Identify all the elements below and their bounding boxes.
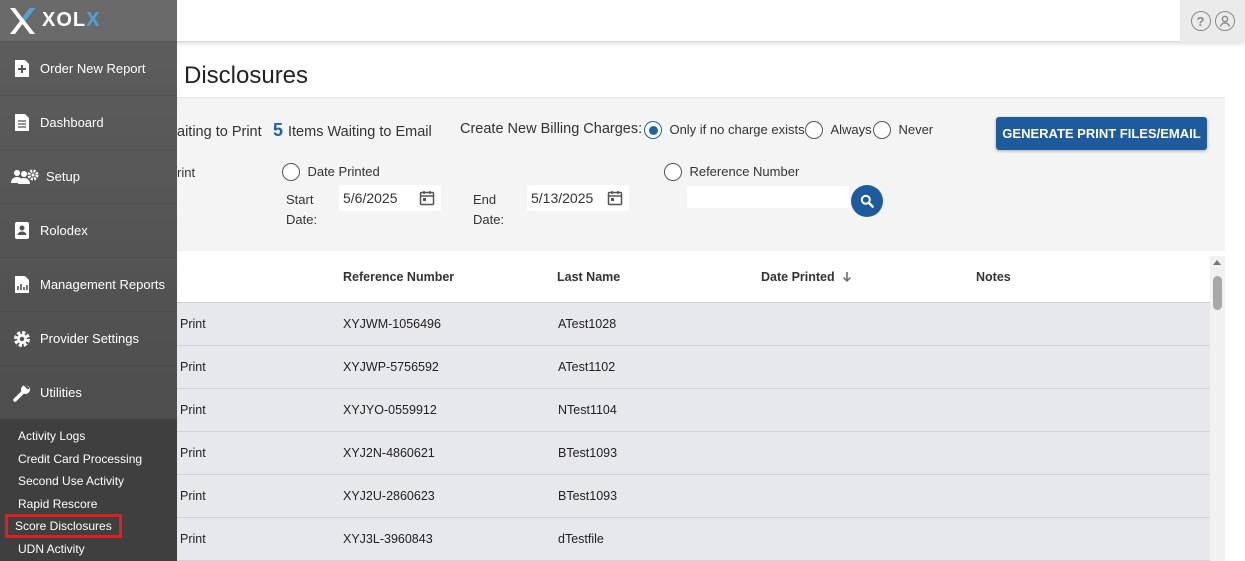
col-date-printed[interactable]: Date Printed — [761, 270, 853, 284]
billing-label: Create New Billing Charges: — [460, 121, 643, 137]
table-row[interactable]: Print XYJ3L-3960843 dTestfile — [177, 518, 1210, 561]
billing-option-only-if-none[interactable]: Only if no charge exists — [644, 121, 805, 139]
radio-unchecked[interactable] — [664, 163, 682, 181]
cell-reference: XYJWP-5756592 — [343, 360, 439, 374]
nav-utilities[interactable]: Utilities — [0, 366, 177, 420]
radio-checked[interactable] — [644, 121, 662, 139]
waiting-print-label: aiting to Print — [177, 124, 262, 140]
cell-reference: XYJ2N-4860621 — [343, 446, 435, 460]
end-date-input[interactable]: 5/13/2025 — [527, 185, 629, 211]
cell-reference: XYJ3L-3960843 — [343, 532, 433, 546]
top-icons: ? — [1180, 0, 1245, 42]
end-date-label-1: End — [473, 192, 497, 207]
cell-last-name: dTestfile — [558, 532, 604, 546]
cell-last-name: BTest1093 — [558, 446, 618, 460]
nav-label: Rolodex — [40, 223, 88, 238]
col-reference-number[interactable]: Reference Number — [343, 270, 454, 284]
radio-unchecked[interactable] — [282, 163, 300, 181]
subnav-credit-card-processing[interactable]: Credit Card Processing — [0, 448, 177, 471]
report-chart-icon — [10, 274, 34, 296]
document-icon — [10, 112, 34, 134]
date-printed-option[interactable]: Date Printed — [282, 163, 380, 181]
waiting-email-label: Items Waiting to Email — [288, 124, 432, 140]
cell-reference: XYJWM-1056496 — [343, 317, 441, 331]
waiting-email-count: 5 — [273, 120, 284, 140]
scroll-thumb[interactable] — [1213, 276, 1222, 310]
reference-number-option[interactable]: Reference Number — [664, 163, 799, 181]
nav-rolodex[interactable]: Rolodex — [0, 204, 177, 258]
col-notes[interactable]: Notes — [976, 270, 1011, 284]
wrench-icon — [10, 382, 34, 404]
start-date-label-1: Start — [286, 192, 314, 207]
scroll-up-arrow-icon[interactable] — [1213, 260, 1221, 265]
cell-status: Print — [180, 489, 206, 503]
cell-status: Print — [180, 317, 206, 331]
cell-status: Print — [180, 360, 206, 374]
help-icon[interactable]: ? — [1190, 11, 1211, 31]
logo[interactable]: XOLX — [0, 0, 177, 42]
address-book-icon — [10, 220, 34, 242]
nav-dashboard[interactable]: Dashboard — [0, 96, 177, 150]
subnav-udn-activity[interactable]: UDN Activity — [0, 538, 177, 561]
sort-desc-icon — [843, 272, 852, 283]
cell-status: Print — [180, 446, 206, 460]
page-title: Disclosures — [184, 62, 309, 89]
start-date-input[interactable]: 5/6/2025 — [339, 185, 441, 211]
sidebar: XOLX Order New Report Dashboard Setup Ro… — [0, 0, 177, 561]
table-row[interactable]: Print XYJWM-1056496 ATest1028 — [177, 303, 1210, 346]
logo-text: XOLX — [42, 9, 101, 31]
utilities-submenu: Activity Logs Credit Card Processing Sec… — [0, 420, 177, 561]
search-button[interactable] — [851, 185, 883, 217]
subnav-rapid-rescore[interactable]: Rapid Rescore — [0, 493, 177, 516]
cell-last-name: BTest1093 — [558, 489, 618, 503]
nav-setup[interactable]: Setup — [0, 150, 177, 204]
nav-label: Dashboard — [40, 115, 104, 130]
cell-reference: XYJ2U-2860623 — [343, 489, 435, 503]
calendar-icon[interactable] — [419, 190, 435, 206]
subnav-score-disclosures[interactable]: Score Disclosures — [0, 514, 177, 539]
billing-option-always[interactable]: Always — [805, 121, 872, 139]
nav-label: Utilities — [40, 385, 82, 400]
reference-number-input[interactable] — [687, 186, 849, 208]
nav-label: Setup — [46, 169, 80, 184]
cell-last-name: ATest1028 — [558, 317, 617, 331]
table-scrollbar[interactable] — [1210, 256, 1225, 561]
nav-management-reports[interactable]: Management Reports — [0, 258, 177, 312]
calendar-icon[interactable] — [607, 190, 623, 206]
cell-reference: XYJYO-0559912 — [343, 403, 437, 417]
nav-label: Provider Settings — [40, 331, 139, 346]
logo-mark-icon — [10, 7, 35, 34]
col-last-name[interactable]: Last Name — [557, 270, 620, 284]
search-icon — [860, 194, 874, 208]
cell-status: Print — [180, 403, 206, 417]
generate-print-files-button[interactable]: GENERATE PRINT FILES/EMAIL — [996, 117, 1207, 150]
disclosures-table: Reference Number Last Name Date Printed … — [177, 256, 1210, 561]
radio-unchecked[interactable] — [873, 121, 891, 139]
end-date-label-2: Date: — [473, 212, 505, 227]
nav-order-new-report[interactable]: Order New Report — [0, 42, 177, 96]
nav-label: Management Reports — [40, 277, 166, 292]
radio-unchecked[interactable] — [805, 121, 823, 139]
start-date-label-2: Date: — [286, 212, 318, 227]
filter-panel: aiting to Print 5 Items Waiting to Email… — [177, 97, 1225, 251]
table-row[interactable]: Print XYJ2N-4860621 BTest1093 — [177, 432, 1210, 475]
subnav-second-use-activity[interactable]: Second Use Activity — [0, 470, 177, 493]
gear-icon — [10, 328, 34, 350]
users-gear-icon — [10, 166, 40, 188]
cell-status: Print — [180, 532, 206, 546]
cell-last-name: ATest1102 — [558, 360, 616, 374]
table-header: Reference Number Last Name Date Printed … — [177, 256, 1210, 303]
table-row[interactable]: Print XYJWP-5756592 ATest1102 — [177, 346, 1210, 389]
cell-last-name: NTest1104 — [558, 403, 617, 417]
user-account-icon[interactable] — [1214, 11, 1235, 31]
subnav-activity-logs[interactable]: Activity Logs — [0, 425, 177, 448]
table-row[interactable]: Print XYJ2U-2860623 BTest1093 — [177, 475, 1210, 518]
nav-label: Order New Report — [40, 61, 146, 76]
partial-radio-label: rint — [177, 165, 196, 180]
file-plus-icon — [10, 58, 34, 80]
table-row[interactable]: Print XYJYO-0559912 NTest1104 — [177, 389, 1210, 432]
top-bar: ? — [0, 0, 1245, 42]
billing-option-never[interactable]: Never — [873, 121, 933, 139]
nav-provider-settings[interactable]: Provider Settings — [0, 312, 177, 366]
